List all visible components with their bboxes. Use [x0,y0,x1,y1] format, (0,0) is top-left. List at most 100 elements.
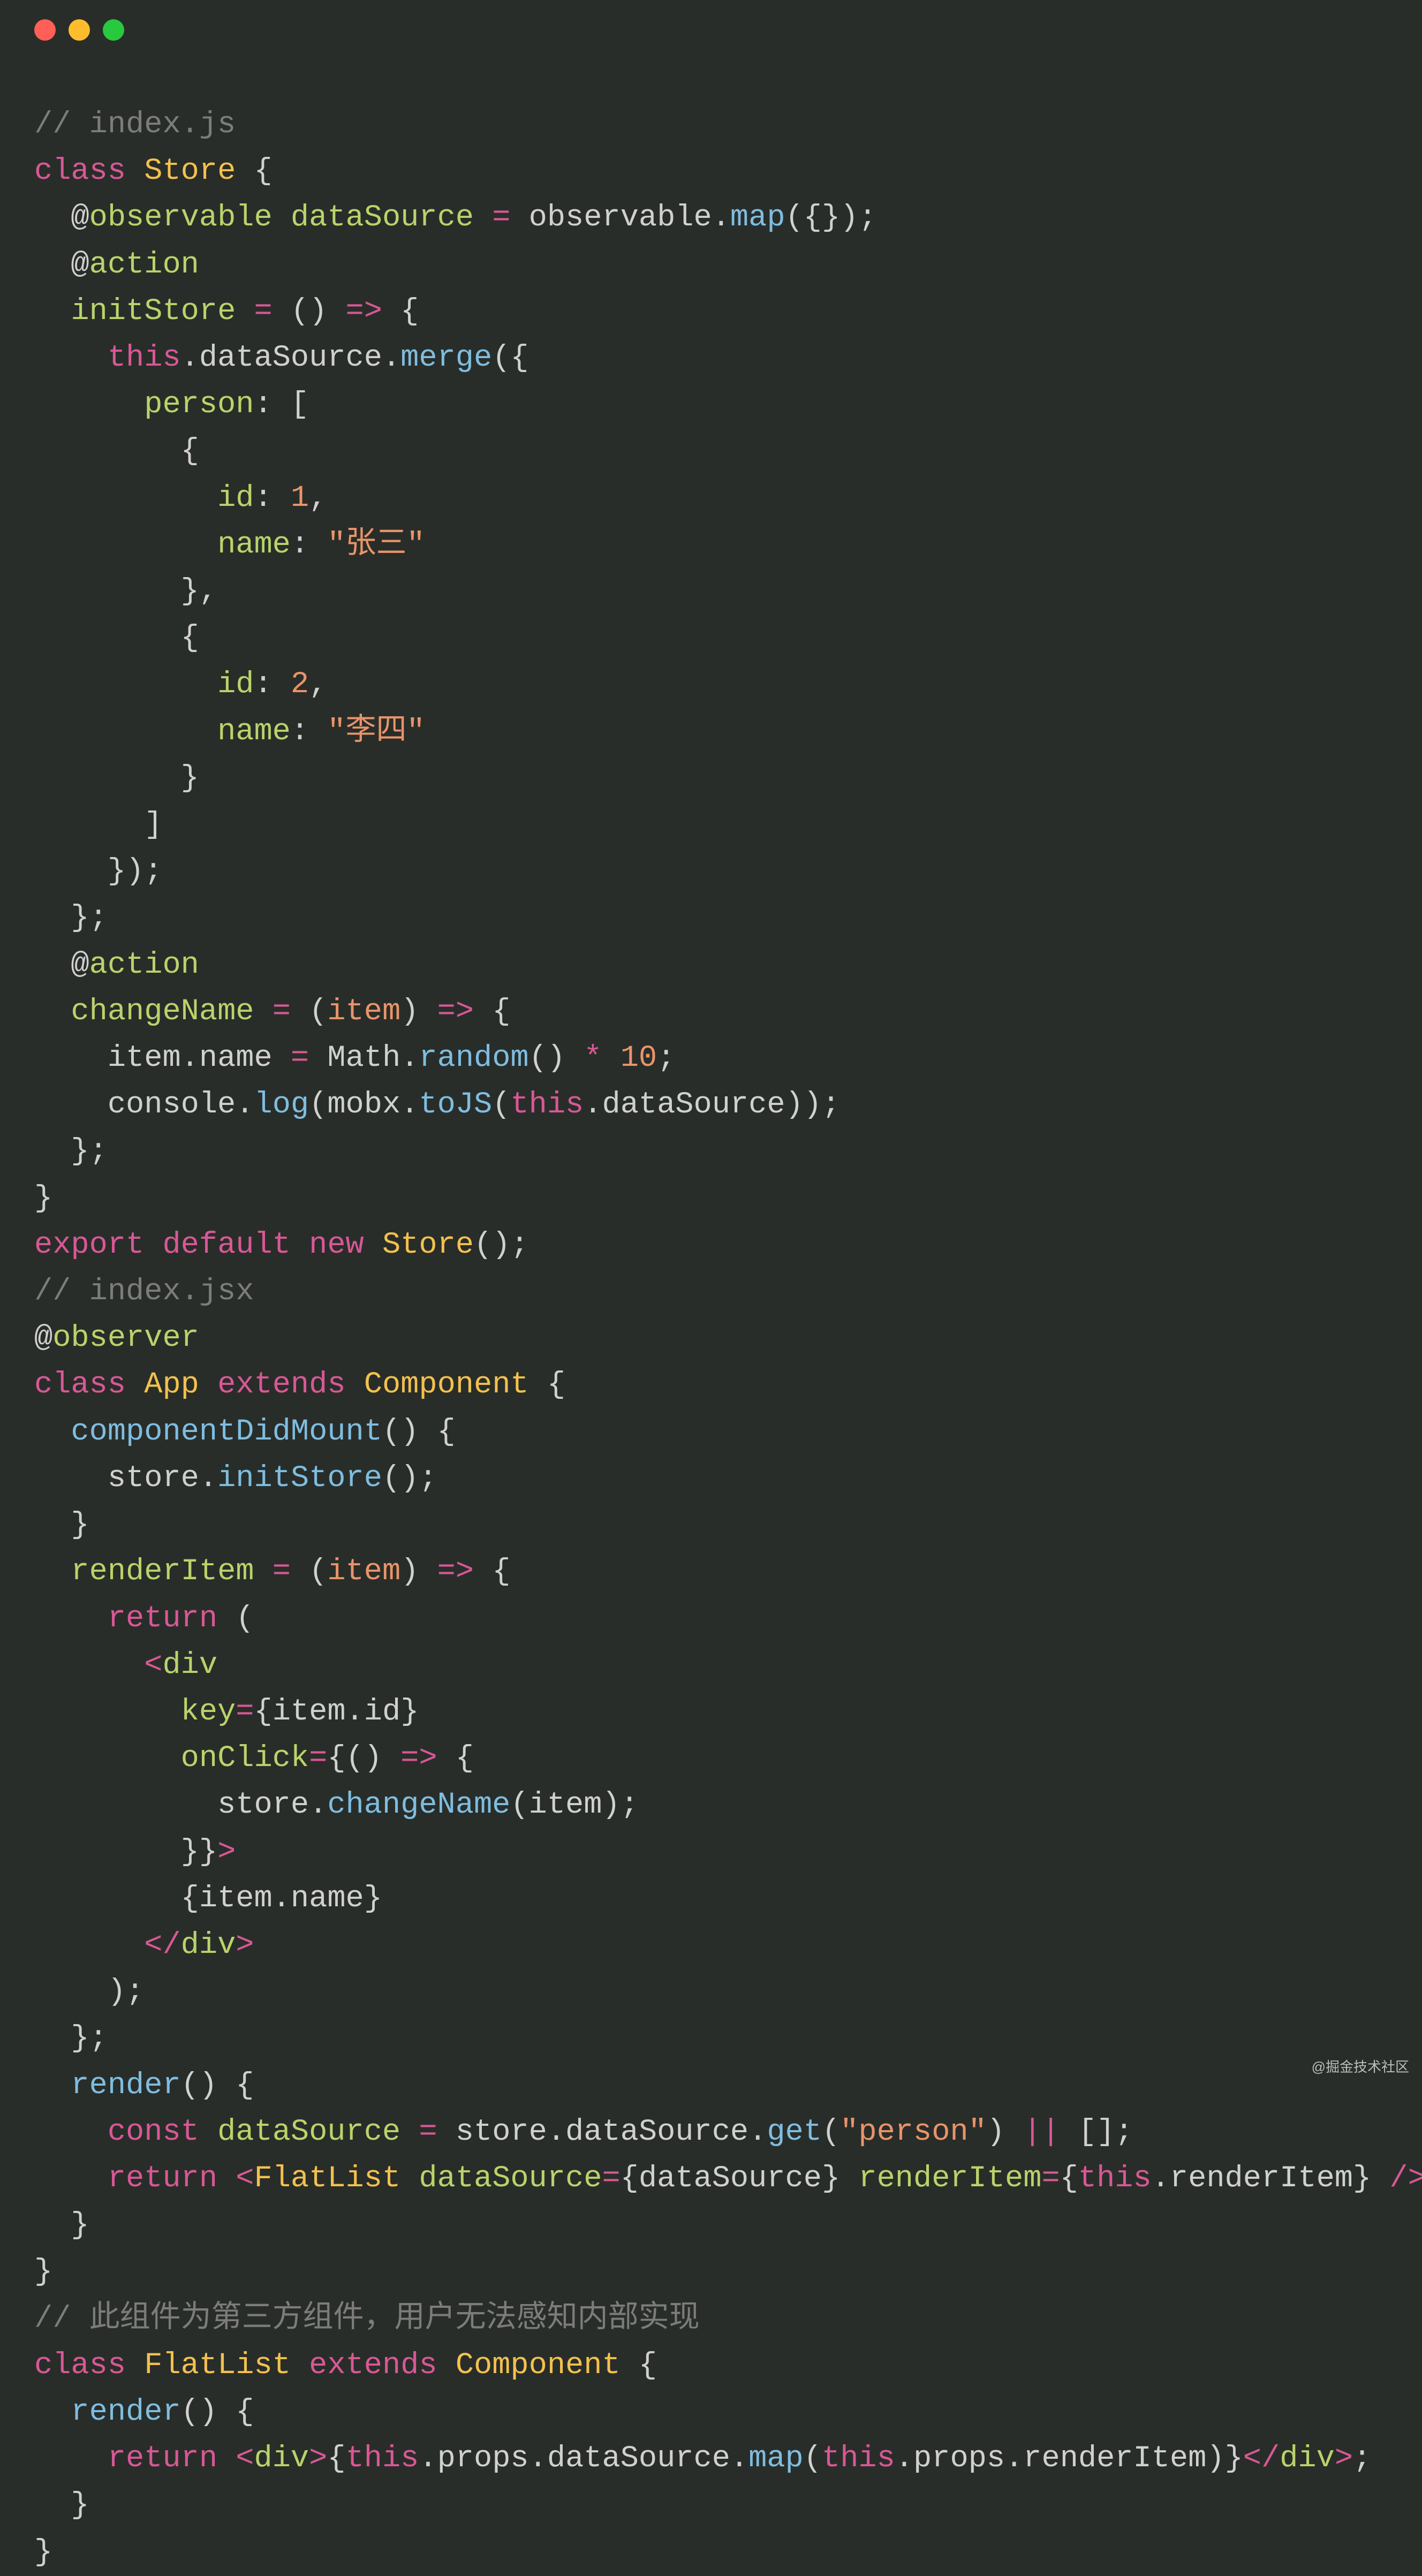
code-token: div [181,1928,236,1963]
code-token: = [1041,2162,1060,2196]
maximize-icon[interactable] [103,19,124,41]
code-token: id [217,481,254,516]
code-token: initStore [71,294,236,329]
code-token: = [291,1041,309,1075]
code-token: } [822,2162,840,2196]
code-token: name [291,1882,364,1916]
code-token: > [309,2442,327,2476]
code-token: random [419,1041,528,1075]
code-token: < [144,1648,162,1683]
code-token: extends [217,1368,345,1402]
code-token: = [492,201,510,235]
code-token: renderItem [858,2162,1041,2196]
code-token: </ [144,1928,180,1963]
code-token: /> [1389,2162,1422,2196]
code-token: map [730,201,785,235]
code-token: this [346,2442,419,2476]
code-token: id [217,668,254,702]
code-token: Math [327,1041,400,1075]
code-token: * [584,1041,602,1075]
code-token: id [364,1695,400,1729]
code-token: item [108,1041,181,1075]
code-token: this [108,341,181,375]
code-token: = [309,1741,327,1776]
code-token: > [217,1835,236,1869]
code-token: div [254,2442,309,2476]
code-token: "张三" [327,528,425,562]
code-token: // 此组件为第三方组件，用户无法感知内部实现 [34,2302,700,2336]
code-token: action [89,948,199,982]
code-token: class [34,2348,126,2383]
code-token: < [236,2442,254,2476]
code-token: onClick [181,1741,309,1776]
code-token: dataSource [199,341,382,375]
code-token: dataSource [291,201,474,235]
code-token: render [71,2069,180,2103]
code-token: observable [89,201,273,235]
code-token: return [108,1602,217,1636]
code-token: props [913,2442,1005,2476]
code-token: < [236,2162,254,2196]
code-token: default [162,1228,290,1262]
code-token: 2 [291,668,309,702]
code-token: FlatList [254,2162,401,2196]
code-token: Store [382,1228,474,1262]
code-token: class [34,154,126,188]
code-token: toJS [419,1088,492,1122]
code-token: // index.jsx [34,1275,254,1309]
code-token: } [199,1835,217,1869]
code-token: } [400,1695,419,1729]
code-token: dataSource [639,2162,822,2196]
code-token: item [199,1882,273,1916]
code-token: || [1023,2115,1060,2149]
code-token: } [1353,2162,1371,2196]
code-token: = [273,1555,291,1589]
code-token: changeName [327,1788,510,1822]
code-token: person [144,388,254,422]
code-token: class [34,1368,126,1402]
code-token: action [89,248,199,282]
code-token: renderItem [1170,2162,1353,2196]
code-token: @ [71,201,89,235]
code-token: @ [71,948,89,982]
code-token: } [1225,2442,1243,2476]
code-token: extends [309,2348,437,2383]
code-token: merge [400,341,492,375]
code-token: const [108,2115,199,2149]
code-token: = [236,1695,254,1729]
code-token: Store [144,154,236,188]
code-token: @ [34,1321,52,1355]
code-token: changeName [71,995,254,1029]
code-token: name [217,715,291,749]
code-token: App [144,1368,199,1402]
code-token: } [364,1882,382,1916]
code-token: => [437,995,474,1029]
code-block: // index.js class Store { @observable da… [0,54,1422,2576]
code-token: dataSource [547,2442,730,2476]
code-token: export [34,1228,144,1262]
code-token: name [217,528,291,562]
code-token: observer [52,1321,199,1355]
code-token: = [254,294,273,329]
code-token: dataSource [217,2115,400,2149]
code-token: dataSource [419,2162,602,2196]
close-icon[interactable] [34,19,56,41]
code-token: log [254,1088,309,1122]
code-token: this [1078,2162,1152,2196]
code-token: => [437,1555,474,1589]
code-token: render [71,2395,180,2429]
code-token: name [199,1041,273,1075]
code-token: 1 [291,481,309,516]
code-token: item [529,1788,602,1822]
minimize-icon[interactable] [69,19,90,41]
code-token: dataSource [565,2115,748,2149]
watermark-text: @掘金技术社区 [1312,2057,1409,2078]
code-token: { [1060,2162,1078,2196]
code-token: { [327,2442,345,2476]
code-token: FlatList [144,2348,291,2383]
code-token: store [108,1461,199,1496]
code-token: this [822,2442,895,2476]
code-token: { [254,1695,273,1729]
code-token: observable [529,201,712,235]
code-token: = [419,2115,437,2149]
